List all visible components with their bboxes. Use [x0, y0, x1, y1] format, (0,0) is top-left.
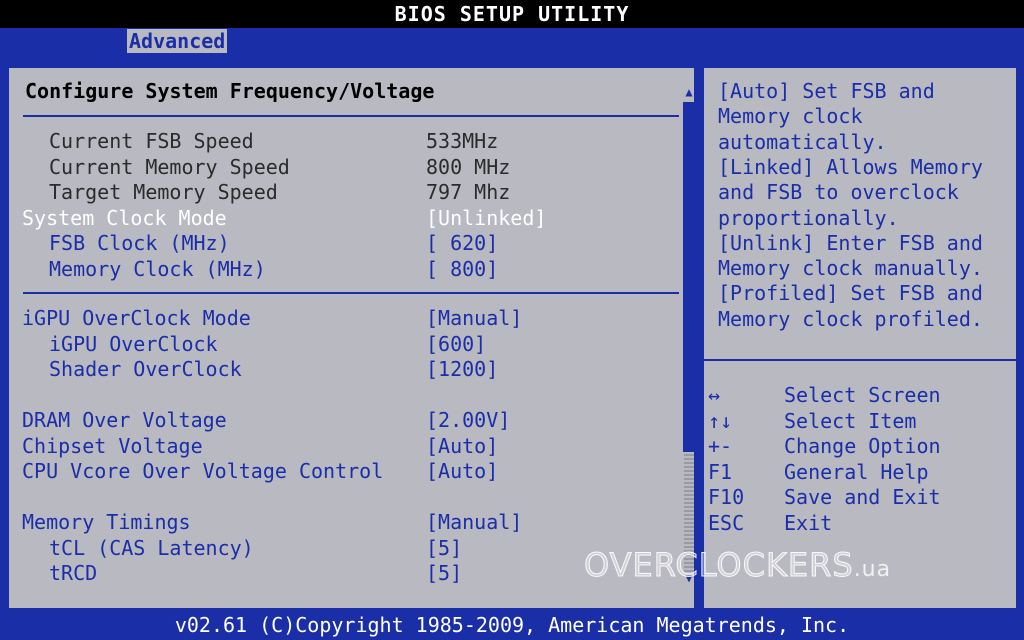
- setting-value[interactable]: [Unlinked]: [426, 206, 546, 231]
- help-line: Memory clock manually.: [718, 256, 983, 281]
- copyright-footer: v02.61 (C)Copyright 1985-2009, American …: [0, 611, 1024, 640]
- key-legend-row: ESC Exit: [704, 511, 1016, 536]
- setting-label: Chipset Voltage: [22, 433, 203, 458]
- setting-row[interactable]: tRCD [5]: [9, 561, 679, 586]
- key-legend-row: F10 Save and Exit: [704, 485, 1016, 510]
- setting-label: Shader OverClock: [49, 357, 242, 381]
- key-legend-row: +- Change Option: [704, 434, 1016, 459]
- setting-label: Memory Timings: [22, 510, 191, 534]
- setting-value[interactable]: [Auto]: [426, 459, 498, 484]
- help-line: proportionally.: [718, 205, 899, 230]
- setting-label: iGPU OverClock Mode: [22, 306, 251, 330]
- setting-label: Target Memory Speed: [49, 180, 278, 204]
- setting-label: tRCD: [49, 561, 98, 585]
- setting-row: Target Memory Speed 797 Mhz: [9, 180, 679, 205]
- tab-advanced[interactable]: Advanced: [127, 29, 228, 53]
- setting-label: iGPU OverClock: [49, 331, 218, 356]
- setting-value[interactable]: [2.00V]: [426, 408, 510, 433]
- setting-row[interactable]: DRAM Over Voltage [2.00V]: [9, 408, 679, 433]
- help-line: [Auto] Set FSB and: [718, 79, 935, 103]
- setting-row: Current FSB Speed 533MHz: [9, 129, 679, 154]
- setting-label: System Clock Mode: [22, 205, 227, 230]
- key-description: Exit: [784, 510, 833, 535]
- left-right-arrow-icon: ↔: [708, 383, 721, 407]
- section-title: Configure System Frequency/Voltage: [25, 79, 435, 103]
- help-line: Memory clock profiled.: [718, 306, 983, 331]
- setting-row[interactable]: iGPU OverClock Mode [Manual]: [9, 306, 679, 331]
- setting-label: FSB Clock (MHz): [49, 231, 230, 255]
- setting-row[interactable]: Memory Clock (MHz) [ 800]: [9, 257, 679, 282]
- plus-minus-icon: +-: [708, 434, 733, 458]
- setting-value: 800 MHz: [426, 154, 511, 179]
- setting-value[interactable]: [ 620]: [426, 231, 498, 256]
- tab-bar: Advanced: [0, 28, 1024, 54]
- help-divider: [704, 359, 1016, 361]
- setting-value[interactable]: [Manual]: [426, 510, 522, 535]
- setting-value[interactable]: [1200]: [426, 357, 498, 382]
- group-divider: [23, 292, 679, 294]
- setting-value[interactable]: [ 800]: [426, 257, 498, 282]
- key-description: Select Item: [784, 408, 917, 433]
- key-label: ESC: [708, 510, 745, 535]
- setting-row[interactable]: tCL (CAS Latency) [5]: [9, 536, 679, 561]
- setting-value: 797 Mhz: [426, 180, 511, 204]
- key-description: General Help: [784, 459, 929, 484]
- setting-row: Current Memory Speed 800 MHz: [9, 155, 679, 180]
- settings-panel: Configure System Frequency/Voltage Curre…: [7, 66, 696, 610]
- setting-label: Memory Clock (MHz): [49, 256, 266, 281]
- scrollbar[interactable]: ▲ ▼: [683, 86, 695, 584]
- help-line: Memory clock: [718, 104, 863, 129]
- key-legend-row: F1 General Help: [704, 460, 1016, 485]
- help-line: and FSB to overclock: [718, 180, 959, 205]
- setting-row[interactable]: CPU Vcore Over Voltage Control [Auto]: [9, 459, 679, 484]
- help-line: [Profiled] Set FSB and: [718, 281, 983, 306]
- help-line: [Linked] Allows Memory: [718, 154, 983, 179]
- scroll-up-arrow-icon[interactable]: ▲: [683, 86, 695, 98]
- key-description: Change Option: [784, 434, 941, 458]
- help-line: automatically.: [718, 129, 887, 154]
- setting-label: CPU Vcore Over Voltage Control: [22, 459, 384, 483]
- setting-row[interactable]: Shader OverClock [1200]: [9, 357, 679, 382]
- setting-row[interactable]: Chipset Voltage [Auto]: [9, 434, 679, 459]
- section-divider: [23, 115, 679, 117]
- setting-value[interactable]: [Manual]: [426, 306, 522, 331]
- key-legend-row: ↔ Select Screen: [704, 383, 1016, 408]
- setting-label: tCL (CAS Latency): [49, 535, 254, 560]
- setting-value[interactable]: [600]: [426, 332, 486, 357]
- watermark-logo: OVERCLOCKERS.ua: [584, 546, 892, 585]
- key-description: Select Screen: [784, 383, 941, 407]
- up-down-arrow-icon: ↑↓: [708, 408, 733, 433]
- help-panel: [Auto] Set FSB and Memory clock automatica…: [702, 66, 1018, 610]
- scroll-thumb[interactable]: [683, 102, 695, 452]
- setting-value[interactable]: [Auto]: [426, 434, 498, 459]
- setting-value[interactable]: [5]: [426, 536, 462, 561]
- setting-row[interactable]: FSB Clock (MHz) [ 620]: [9, 231, 679, 256]
- setting-label: Current Memory Speed: [49, 154, 290, 179]
- key-legend-row: ↑↓ Select Item: [704, 409, 1016, 434]
- help-line: [Unlink] Enter FSB and: [718, 230, 983, 255]
- setting-row[interactable]: iGPU OverClock [600]: [9, 332, 679, 357]
- key-description: Save and Exit: [784, 485, 941, 509]
- setting-label: DRAM Over Voltage: [22, 408, 227, 432]
- setting-value[interactable]: [5]: [426, 561, 462, 586]
- setting-value: 533MHz: [426, 129, 499, 153]
- key-label: F10: [708, 485, 745, 509]
- setting-row[interactable]: System Clock Mode [Unlinked]: [9, 206, 679, 231]
- key-label: F1: [708, 459, 733, 484]
- window-title: BIOS SETUP UTILITY: [0, 0, 1024, 28]
- setting-label: Current FSB Speed: [49, 129, 254, 153]
- setting-row[interactable]: Memory Timings [Manual]: [9, 510, 679, 535]
